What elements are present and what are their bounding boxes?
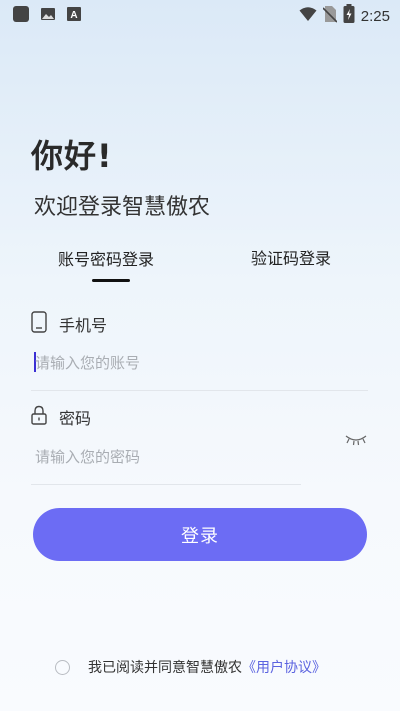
app-square-icon	[12, 5, 30, 27]
password-divider	[31, 484, 301, 485]
active-tab-indicator	[92, 279, 130, 282]
agreement-text: 我已阅读并同意智慧傲农	[88, 660, 242, 676]
eye-closed-icon[interactable]	[344, 431, 368, 450]
agreement-row: 我已阅读并同意智慧傲农 《用户协议》	[55, 657, 326, 677]
agreement-checkbox[interactable]	[55, 659, 70, 675]
password-input[interactable]	[35, 446, 295, 468]
password-label-row: 密码	[31, 405, 91, 429]
status-left-icons: A	[12, 5, 82, 27]
welcome-subtitle: 欢迎登录智慧傲农	[34, 195, 211, 220]
tab-password-login[interactable]: 账号密码登录	[58, 246, 154, 270]
svg-text:A: A	[70, 10, 77, 21]
account-divider	[31, 390, 368, 391]
image-icon	[40, 6, 56, 26]
status-bar: A 2:25	[0, 0, 400, 28]
status-right-icons: 2:25	[299, 4, 390, 28]
tab-code-login[interactable]: 验证码登录	[251, 245, 331, 269]
greeting-title: 你好!	[31, 137, 113, 175]
phone-icon	[31, 311, 47, 337]
account-input[interactable]	[35, 352, 355, 374]
battery-charging-icon	[343, 4, 355, 28]
account-label-row: 手机号	[31, 311, 107, 337]
password-label: 密码	[59, 409, 92, 428]
wifi-icon	[299, 6, 317, 26]
user-agreement-link[interactable]: 《用户协议》	[242, 657, 326, 677]
no-sim-icon	[322, 5, 338, 27]
status-time: 2:25	[360, 7, 390, 25]
account-label: 手机号	[59, 316, 108, 335]
login-button[interactable]: 登录	[33, 508, 367, 561]
font-a-icon: A	[66, 6, 82, 26]
lock-icon	[31, 405, 47, 429]
